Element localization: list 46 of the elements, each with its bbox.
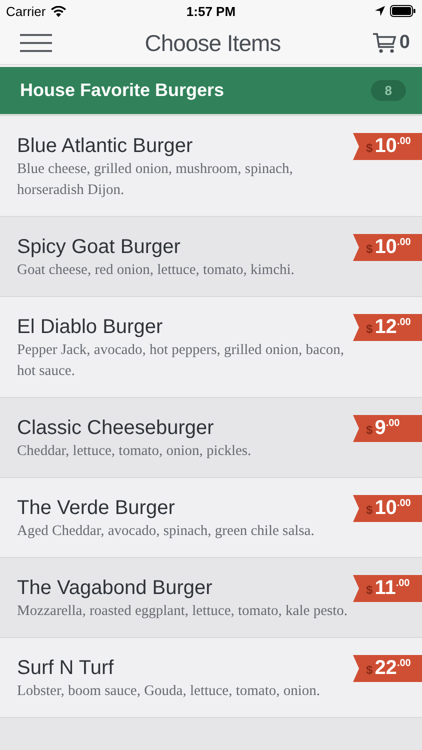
item-description: Blue cheese, grilled onion, mushroom, spinach, horseradish Dijon. <box>17 160 294 200</box>
item-description: Aged Cheddar, avocado, spinach, green chile salsa. <box>17 522 314 541</box>
price-cents: .00 <box>396 317 411 328</box>
item-name: The Vagabond Burger <box>17 576 214 601</box>
battery-icon <box>390 5 416 17</box>
item-name: Spicy Goat Burger <box>17 235 182 260</box>
item-description: Mozzarella, roasted eggplant, lettuce, tomato, kale pesto. <box>17 602 348 621</box>
currency-sign: $ <box>366 583 373 597</box>
carrier-label: Carrier <box>6 4 46 18</box>
currency-sign: $ <box>366 663 373 677</box>
price-cents: .00 <box>396 498 411 509</box>
item-description: Goat cheese, red onion, lettuce, tomato, kimchi. <box>17 261 294 280</box>
price-dollars: 10 <box>374 134 397 159</box>
price-cents: .00 <box>396 578 410 589</box>
price-cents: .00 <box>386 418 400 429</box>
item-count-badge: 8 <box>370 80 406 101</box>
price-dollars: 22 <box>374 656 397 681</box>
cart-icon[interactable] <box>373 32 398 54</box>
price-dollars: 10 <box>374 496 397 521</box>
price-cents: .00 <box>396 136 411 147</box>
currency-sign: $ <box>366 141 373 155</box>
item-name: Surf N Turf <box>17 656 115 681</box>
wifi-icon <box>50 6 66 16</box>
price-dollars: 12 <box>374 315 397 340</box>
section-title: House Favorite Burgers <box>20 80 224 101</box>
location-arrow-icon <box>375 6 385 16</box>
clock-time: 1:57 PM <box>186 4 236 18</box>
price-cents: .00 <box>396 658 411 669</box>
page-title: Choose Items <box>144 30 281 56</box>
currency-sign: $ <box>366 322 373 336</box>
price-cents: .00 <box>396 237 411 248</box>
item-name: Blue Atlantic Burger <box>17 134 194 159</box>
price-dollars: 9 <box>374 416 386 441</box>
price-dollars: 10 <box>374 235 397 260</box>
item-description: Cheddar, lettuce, tomato, onion, pickles. <box>17 442 252 461</box>
currency-sign: $ <box>366 242 373 256</box>
item-name: Classic Cheeseburger <box>17 416 215 441</box>
menu-icon[interactable] <box>20 34 52 52</box>
item-name: El Diablo Burger <box>17 315 164 340</box>
item-name: The Verde Burger <box>17 496 176 521</box>
cart-count: 0 <box>399 32 410 54</box>
price-dollars: 11 <box>374 576 396 601</box>
currency-sign: $ <box>366 503 373 517</box>
item-description: Pepper Jack, avocado, hot peppers, grilled onion, bacon, hot sauce. <box>17 341 345 381</box>
item-description: Lobster, boom sauce, Gouda, lettuce, tomato, onion. <box>17 682 320 701</box>
currency-sign: $ <box>366 423 373 437</box>
